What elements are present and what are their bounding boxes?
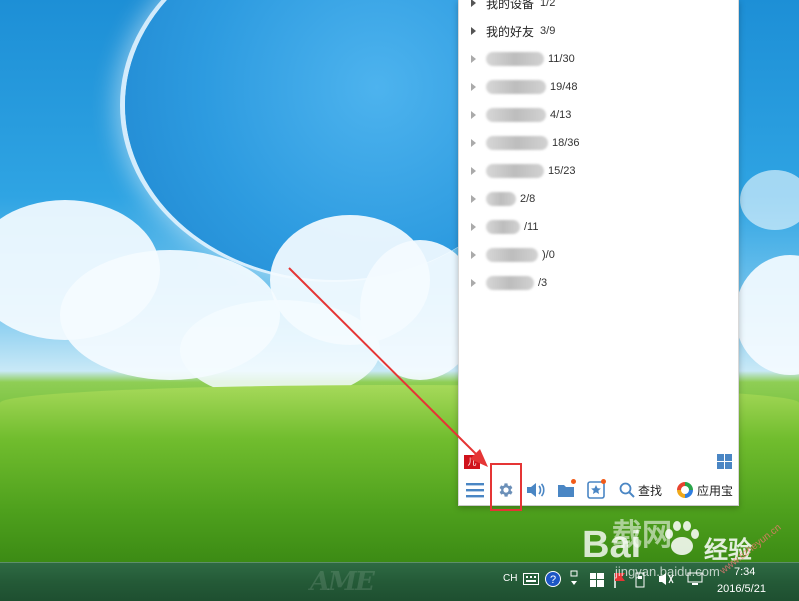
blurred-group-name [486,108,546,122]
friend-group-row[interactable]: 4/13 [459,101,738,129]
expand-arrow-icon[interactable] [471,195,476,203]
volume-button[interactable] [526,476,546,504]
blurred-group-name [486,80,546,94]
qq-main-panel: 我的设备 1/2 我的好友 3/9 11/30 19/48 4/13 18/36 15/23 2/… [458,0,739,511]
friend-group-row[interactable]: 19/48 [459,73,738,101]
favorites-button[interactable] [587,476,606,504]
group-online-count: 19/48 [550,81,578,93]
blurred-group-name [486,220,520,234]
group-online-count: 1/2 [540,0,556,9]
group-name: 我的设备 [486,0,535,11]
expand-arrow-icon[interactable] [471,83,476,91]
group-online-count: /11 [524,221,539,233]
network-icon[interactable] [687,572,703,586]
tray-overflow-icon[interactable] [569,569,579,589]
menu-icon [466,483,484,498]
friend-group-row[interactable]: 15/23 [459,157,738,185]
expand-arrow-icon[interactable] [471,167,476,175]
friend-group-row[interactable]: 2/8 [459,185,738,213]
friend-group-row[interactable]: 18/36 [459,129,738,157]
group-online-count: 18/36 [552,137,580,149]
expand-arrow-icon[interactable] [471,251,476,259]
expand-arrow-icon[interactable] [471,111,476,119]
group-online-count: /3 [538,277,548,289]
expand-arrow-icon[interactable] [471,223,476,231]
notification-dot [571,479,576,484]
windows-start-icon[interactable] [590,573,604,587]
usb-device-icon[interactable] [633,572,647,588]
settings-highlight-box [490,463,522,511]
group-online-count: 2/8 [520,193,536,205]
clock-date[interactable]: 2016/5/21 [717,583,766,595]
action-center-flag-icon[interactable] [612,571,628,589]
wallpaper-cloud [735,255,799,375]
friend-group-row[interactable]: )/0 [459,241,738,269]
group-online-count: 15/23 [548,165,576,177]
blurred-group-name [486,276,534,290]
expand-arrow-icon[interactable] [471,0,476,7]
speaker-icon [527,483,545,497]
find-button[interactable]: 查找 [619,476,662,504]
input-language-indicator[interactable]: CH [503,573,517,584]
app-store-label: 应用宝 [697,483,734,498]
app-badge[interactable]: 儿 [464,455,480,469]
group-online-count: )/0 [542,249,555,261]
friend-group-row[interactable]: /3 [459,269,738,297]
blurred-group-name [486,52,544,66]
expand-arrow-icon[interactable] [471,279,476,287]
svg-text:?: ? [550,574,556,586]
friend-group-row[interactable]: 我的好友 3/9 [459,17,738,45]
find-label: 查找 [638,483,663,498]
blurred-group-name [486,248,538,262]
help-icon[interactable]: ? [545,571,561,587]
keyboard-icon[interactable] [523,573,539,585]
blurred-group-name [486,136,548,150]
friend-group-row[interactable]: 11/30 [459,45,738,73]
clock-time[interactable]: 7:34 [734,566,755,578]
app-store-button[interactable]: 应用宝 [676,476,733,504]
group-online-count: 3/9 [540,25,556,37]
group-online-count: 11/30 [548,53,575,65]
friend-group-row[interactable]: /11 [459,213,738,241]
group-name: 我的好友 [486,24,535,39]
windows-taskbar: AME CH ? 7:34 2016/5/21 [0,562,799,601]
friend-group-row[interactable]: 我的设备 1/2 [459,0,738,17]
volume-tray-icon[interactable] [658,572,674,586]
wallpaper-cloud [740,170,799,230]
expand-arrow-icon[interactable] [471,139,476,147]
search-icon [619,482,635,498]
app-store-icon [677,482,693,498]
blurred-group-name [486,192,516,206]
group-online-count: 4/13 [550,109,572,121]
file-folder-button[interactable] [557,476,576,504]
blurred-group-name [486,164,544,178]
notification-dot [601,479,606,484]
expand-arrow-icon[interactable] [471,27,476,35]
app-grid-icon[interactable] [717,454,732,469]
taskbar-background-graphic: AME [310,567,375,597]
main-menu-button[interactable] [466,476,484,504]
folder-icon [558,485,574,497]
expand-arrow-icon[interactable] [471,55,476,63]
